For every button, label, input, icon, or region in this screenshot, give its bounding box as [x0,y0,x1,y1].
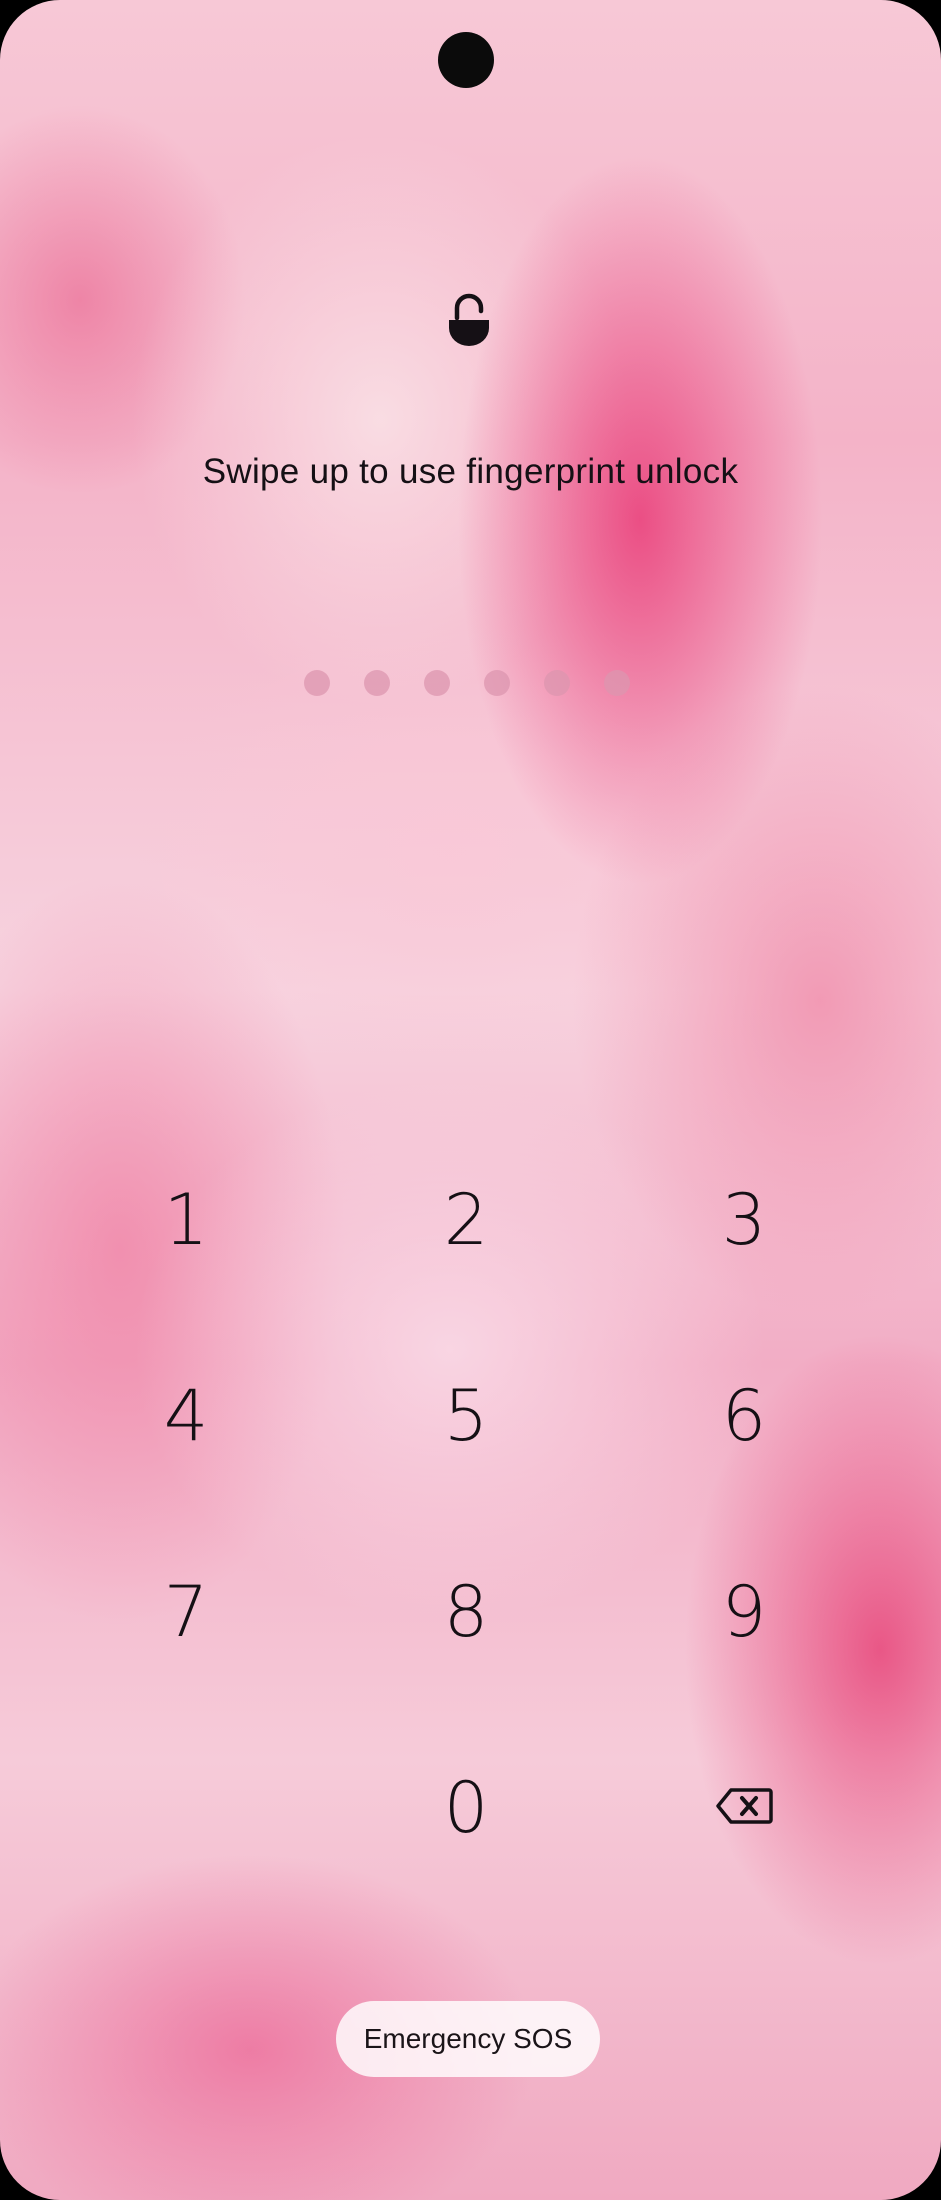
pin-dot [364,670,390,696]
emergency-sos-button[interactable]: Emergency SOS [336,2001,600,2077]
key-6[interactable]: 6 [644,1336,844,1496]
key-2[interactable]: 2 [366,1140,566,1300]
backspace-icon [715,1787,773,1830]
front-camera-cutout [438,32,494,88]
key-3[interactable]: 3 [644,1140,844,1300]
backspace-button[interactable] [644,1728,844,1888]
lock-screen: Swipe up to use fingerprint unlock 1 2 3… [0,0,941,2200]
key-9[interactable]: 9 [644,1532,844,1692]
key-5[interactable]: 5 [366,1336,566,1496]
pin-dot [424,670,450,696]
pin-dot [484,670,510,696]
key-8[interactable]: 8 [366,1532,566,1692]
key-0[interactable]: 0 [366,1728,566,1888]
key-1[interactable]: 1 [86,1140,286,1300]
pin-dot [604,670,630,696]
unlocked-padlock-icon [446,292,492,348]
pin-dot [544,670,570,696]
key-4[interactable]: 4 [86,1336,286,1496]
fingerprint-hint-text: Swipe up to use fingerprint unlock [202,452,739,491]
key-7[interactable]: 7 [86,1532,286,1692]
pin-entry-dots [304,670,630,696]
pin-dot [304,670,330,696]
